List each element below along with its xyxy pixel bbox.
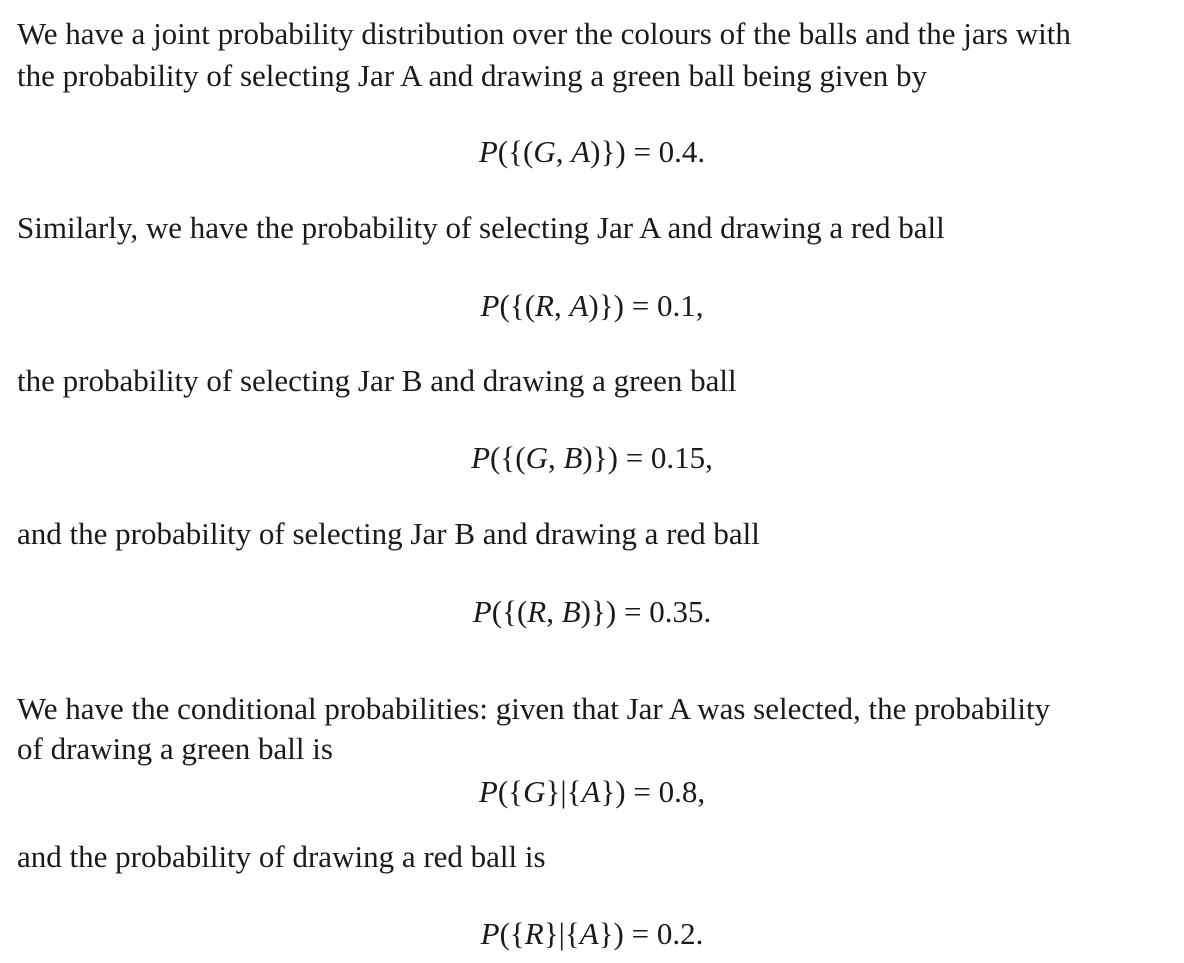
equation-conditional-red: P({R}|{A}) = 0.2.: [480, 916, 704, 951]
paragraph-line: We have a joint probability distribution…: [17, 16, 1071, 51]
equation-joint-green-a: P({(G, A)}) = 0.4.: [478, 134, 706, 169]
paragraph-line: of drawing a green ball is: [17, 731, 333, 766]
paragraph-line: the probability of selecting Jar A and d…: [17, 58, 927, 93]
paragraph-line: Similarly, we have the probability of se…: [17, 210, 945, 245]
equation-conditional-green: P({G}|{A}) = 0.8,: [478, 774, 706, 809]
equation-joint-red-a: P({(R, A)}) = 0.1,: [480, 288, 704, 323]
equation-joint-red-b: P({(R, B)}) = 0.35.: [472, 594, 712, 629]
paragraph-line: the probability of selecting Jar B and d…: [17, 363, 737, 398]
paragraph-line: and the probability of drawing a red bal…: [17, 839, 546, 874]
equation-joint-green-b: P({(G, B)}) = 0.15,: [471, 440, 713, 475]
paragraph-line: We have the conditional probabilities: g…: [17, 691, 1051, 726]
paragraph-line: and the probability of selecting Jar B a…: [17, 516, 760, 551]
